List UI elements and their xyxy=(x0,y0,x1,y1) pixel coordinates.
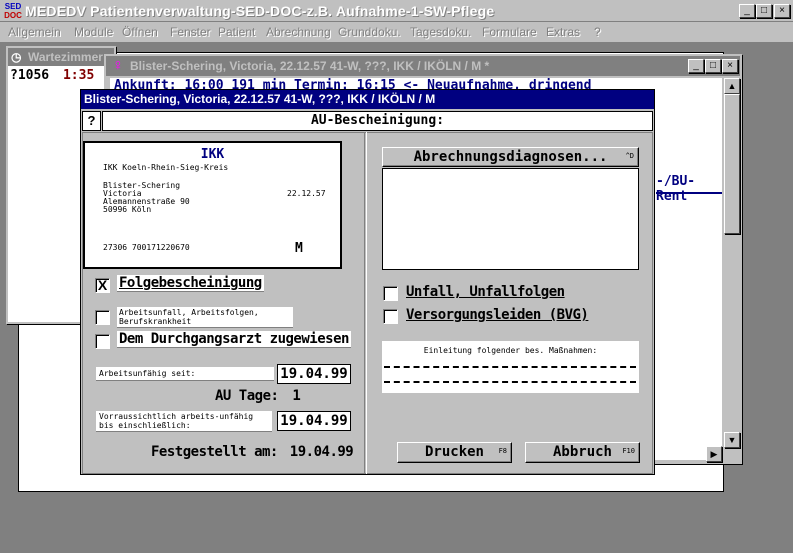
menu-tagesdoku[interactable]: Tagesdoku. xyxy=(410,25,471,39)
patient-minimize-button[interactable]: _ xyxy=(688,59,704,73)
festgestellt-label: Festgestellt am: xyxy=(151,444,278,460)
abbruch-label: Abbruch xyxy=(552,444,612,460)
wartezimmer-title: Wartezimmer xyxy=(28,50,103,64)
maximize-icon: □ xyxy=(760,5,768,16)
dialog-divider xyxy=(364,132,367,474)
clock-icon: ◷ xyxy=(11,50,22,64)
logo-line-2: DOC xyxy=(4,11,22,20)
app-title: MEDEDV Patientenverwaltung-SED-DOC-z.B. … xyxy=(25,3,495,19)
festgestellt-row: Festgestellt am: 19.04.99 xyxy=(151,444,354,460)
versorgung-checkbox[interactable] xyxy=(383,309,398,324)
au-dialog: Blister-Schering, Victoria, 22.12.57 41-… xyxy=(80,89,655,475)
female-icon: ♀ xyxy=(112,57,124,74)
drucken-button[interactable]: Drucken F8 xyxy=(397,442,512,463)
menu-patient[interactable]: Patient xyxy=(218,25,255,39)
card-status: M xyxy=(295,241,303,256)
diagnosen-list[interactable] xyxy=(382,168,639,270)
wartezimmer-entry-time: 1:35 xyxy=(62,68,95,83)
check-mark-icon: X xyxy=(97,277,108,293)
arbeitsunfaehig-seit-label: Arbeitsunfähig seit: xyxy=(96,367,274,381)
wartezimmer-entry-id: ?1056 xyxy=(10,68,50,83)
festgestellt-value[interactable]: 19.04.99 xyxy=(290,444,354,460)
durchgangsarzt-checkbox[interactable] xyxy=(95,334,110,349)
maximize-icon: □ xyxy=(709,60,717,71)
einleitung-line-2[interactable] xyxy=(384,381,636,383)
au-tage-value[interactable]: 1 xyxy=(292,388,300,404)
minimize-icon: _ xyxy=(693,60,699,71)
card-birthdate: 22.12.57 xyxy=(287,189,326,198)
scroll-up-icon[interactable]: ▲ xyxy=(724,78,740,94)
menu-extras[interactable]: Extras xyxy=(546,25,580,39)
patient-close-button[interactable]: × xyxy=(722,59,738,73)
patient-maximize-button[interactable]: □ xyxy=(705,59,721,73)
card-insurer: IKK xyxy=(200,147,225,162)
au-tage-row: AU Tage: 1 xyxy=(215,388,301,404)
versorgung-label[interactable]: Versorgungsleiden (BVG) xyxy=(406,307,589,323)
app-title-bar: SED DOC MEDEDV Patientenverwaltung-SED-D… xyxy=(0,0,793,22)
arbeitsunfall-label[interactable]: Arbeitsunfall, Arbeitsfolgen, Berufskran… xyxy=(117,307,293,328)
patient-window-title: Blister-Schering, Victoria, 22.12.57 41-… xyxy=(130,59,490,73)
drucken-shortcut: F8 xyxy=(498,447,507,455)
scroll-thumb[interactable] xyxy=(724,94,740,234)
au-tage-label: AU Tage: xyxy=(215,388,279,404)
patient-scrollbar[interactable]: ▲ ▼ xyxy=(724,78,740,460)
logo-line-1: SED xyxy=(4,2,22,11)
menu-formulare[interactable]: Formulare xyxy=(482,25,537,39)
menu-allgemein[interactable]: Allgemein xyxy=(8,25,61,39)
close-icon: × xyxy=(727,60,733,71)
durchgangsarzt-label[interactable]: Dem Durchgangsarzt zugewiesen xyxy=(117,331,351,348)
abrechnungsdiagnosen-label: Abrechnungsdiagnosen... xyxy=(413,149,608,165)
minimize-button[interactable]: _ xyxy=(739,4,755,18)
wartezimmer-title-bar[interactable]: ◷ Wartezimmer xyxy=(8,48,114,66)
einleitung-label: Einleitung folgender bes. Maßnahmen: xyxy=(423,346,598,355)
menu-fenster[interactable]: Fenster xyxy=(170,25,211,39)
card-numbers: 27306 700171220670 xyxy=(103,243,190,252)
menu-grunddoku[interactable]: Grunddoku. xyxy=(338,25,401,39)
scroll-right-icon[interactable]: ▶ xyxy=(706,446,722,462)
insurance-card: IKK IKK Koeln-Rhein-Sieg-Kreis Blister-S… xyxy=(83,141,342,269)
minimize-icon: _ xyxy=(744,5,750,16)
wartezimmer-entry[interactable]: ?1056 1:35 xyxy=(10,68,94,83)
help-button[interactable]: ? xyxy=(82,111,101,131)
einleitung-line-1[interactable] xyxy=(384,366,636,368)
unfall-checkbox[interactable] xyxy=(383,286,398,301)
einleitung-box[interactable]: Einleitung folgender bes. Maßnahmen: xyxy=(382,341,639,393)
maximize-button[interactable]: □ xyxy=(756,4,772,18)
abrechnungsdiagnosen-shortcut: ^D xyxy=(625,152,634,160)
voraussichtlich-label: Vorraussichtlich arbeits-unfähig bis ein… xyxy=(96,411,272,432)
menu-help[interactable]: ? xyxy=(594,25,601,39)
unfall-label[interactable]: Unfall, Unfallfolgen xyxy=(406,284,565,300)
arbeitsunfall-checkbox[interactable] xyxy=(95,310,110,325)
abbruch-button[interactable]: Abbruch F10 xyxy=(525,442,640,463)
menu-oeffnen[interactable]: Öffnen xyxy=(122,25,158,39)
close-icon: × xyxy=(779,5,785,16)
drucken-label: Drucken xyxy=(424,444,484,460)
menu-bar: Allgemein Module Öffnen Fenster Patient … xyxy=(0,22,793,42)
patient-side-underline xyxy=(656,192,722,194)
close-button[interactable]: × xyxy=(774,4,790,18)
app-logo-icon: SED DOC xyxy=(3,2,23,20)
folgebescheinigung-checkbox[interactable]: X xyxy=(95,278,110,293)
arbeitsunfaehig-seit-field[interactable]: 19.04.99 xyxy=(277,364,351,384)
patient-side-text: -/BU-Rent xyxy=(656,174,696,204)
scroll-down-icon[interactable]: ▼ xyxy=(724,432,740,448)
card-insurer-full: IKK Koeln-Rhein-Sieg-Kreis xyxy=(103,163,229,172)
voraussichtlich-field[interactable]: 19.04.99 xyxy=(277,411,351,431)
menu-abrechnung[interactable]: Abrechnung xyxy=(266,25,331,39)
folgebescheinigung-label[interactable]: Folgebescheinigung xyxy=(117,275,264,292)
card-city: 50996 Köln xyxy=(103,205,152,214)
abrechnungsdiagnosen-button[interactable]: Abrechnungsdiagnosen... ^D xyxy=(382,147,639,167)
menu-module[interactable]: Module xyxy=(74,25,113,39)
abbruch-shortcut: F10 xyxy=(622,447,635,455)
patient-window-title-bar[interactable]: ♀ Blister-Schering, Victoria, 22.12.57 4… xyxy=(106,56,740,76)
dialog-heading: AU-Bescheinigung: xyxy=(102,111,653,131)
dialog-title: Blister-Schering, Victoria, 22.12.57 41-… xyxy=(81,90,654,109)
